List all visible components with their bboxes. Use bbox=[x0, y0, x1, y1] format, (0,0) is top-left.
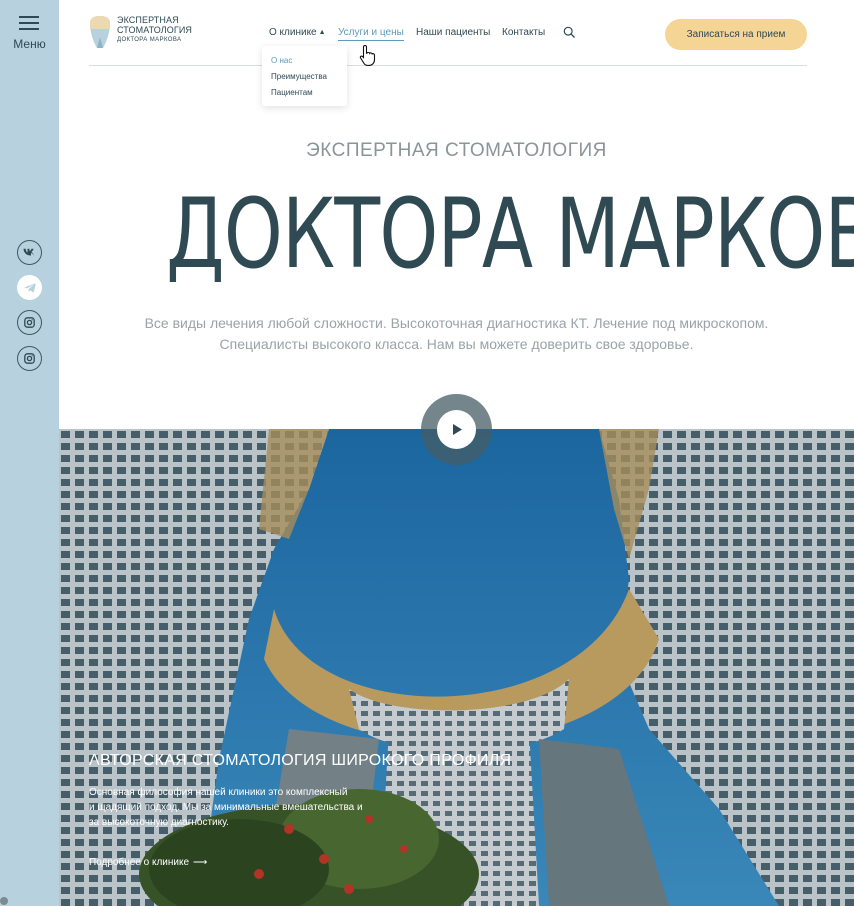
book-appointment-button[interactable]: Записаться на прием bbox=[665, 19, 807, 50]
dropdown-item-about-us[interactable]: О нас bbox=[271, 56, 292, 65]
telegram-icon[interactable] bbox=[17, 275, 42, 300]
search-icon[interactable] bbox=[563, 26, 576, 39]
about-block-text: Основная философия нашей клиники это ком… bbox=[89, 785, 399, 830]
more-about-clinic-label: Подробнее о клинике bbox=[89, 857, 190, 868]
instagram-icon[interactable] bbox=[17, 346, 42, 371]
hero-lead: Все виды лечения любой сложности. Высоко… bbox=[59, 313, 854, 355]
header-divider bbox=[89, 65, 807, 66]
page: Меню ЭКСПЕРТНАЯ СТОМАТОЛОГИЯ ДОКТОРА МАР… bbox=[0, 0, 854, 906]
nav-patients[interactable]: Наши пациенты bbox=[416, 27, 490, 38]
arrow-right-icon: ⟶ bbox=[193, 857, 208, 868]
play-video-button[interactable] bbox=[421, 394, 492, 465]
hand-cursor-icon bbox=[359, 44, 376, 66]
hero-kicker: ЭКСПЕРТНАЯ СТОМАТОЛОГИЯ bbox=[306, 140, 607, 161]
hamburger-menu-icon[interactable] bbox=[19, 16, 39, 30]
logo-line-3: ДОКТОРА МАРКОВА bbox=[117, 37, 182, 43]
hero-lead-line-2: Специалисты высокого класса. Нам вы може… bbox=[219, 336, 694, 352]
clinic-logo[interactable]: ЭКСПЕРТНАЯ СТОМАТОЛОГИЯ ДОКТОРА МАРКОВА bbox=[88, 15, 192, 49]
logo-line-2: СТОМАТОЛОГИЯ bbox=[117, 25, 193, 35]
about-text-line-3: за высокоточную диагностику. bbox=[89, 817, 229, 828]
nav-services[interactable]: Услуги и цены bbox=[338, 27, 404, 41]
vk-icon[interactable] bbox=[17, 240, 42, 265]
dropdown-item-for-patients[interactable]: Пациентам bbox=[271, 88, 313, 97]
about-dropdown-menu: О нас Преимущества Пациентам bbox=[262, 46, 347, 106]
more-about-clinic-link[interactable]: Подробнее о клинике ⟶ bbox=[89, 857, 207, 868]
play-icon bbox=[452, 424, 462, 435]
about-block-title: АВТОРСКАЯ СТОМАТОЛОГИЯ ШИРОКОГО ПРОФИЛЯ bbox=[89, 752, 512, 769]
about-text-line-2: и щадящий подход. Мы за минимальные вмеш… bbox=[89, 802, 363, 813]
left-sidebar: Меню bbox=[0, 0, 59, 906]
nav-about-label: О клинике bbox=[269, 27, 317, 38]
hero-lead-line-1: Все виды лечения любой сложности. Высоко… bbox=[144, 315, 769, 331]
instagram-icon[interactable] bbox=[17, 310, 42, 335]
menu-label[interactable]: Меню bbox=[0, 37, 59, 51]
hero-title: ДОКТОРА МАРКОВА bbox=[166, 178, 854, 290]
hero-photo bbox=[59, 429, 854, 906]
chevron-up-icon: ▲ bbox=[318, 29, 326, 36]
about-text-line-1: Основная философия нашей клиники это ком… bbox=[89, 787, 348, 798]
scroll-indicator bbox=[0, 897, 8, 905]
nav-about[interactable]: О клинике ▲ bbox=[269, 27, 326, 38]
logo-line-1: ЭКСПЕРТНАЯ bbox=[117, 15, 179, 25]
logo-mark-icon bbox=[90, 16, 110, 48]
dropdown-item-advantages[interactable]: Преимущества bbox=[271, 72, 327, 81]
nav-contacts[interactable]: Контакты bbox=[502, 27, 545, 38]
